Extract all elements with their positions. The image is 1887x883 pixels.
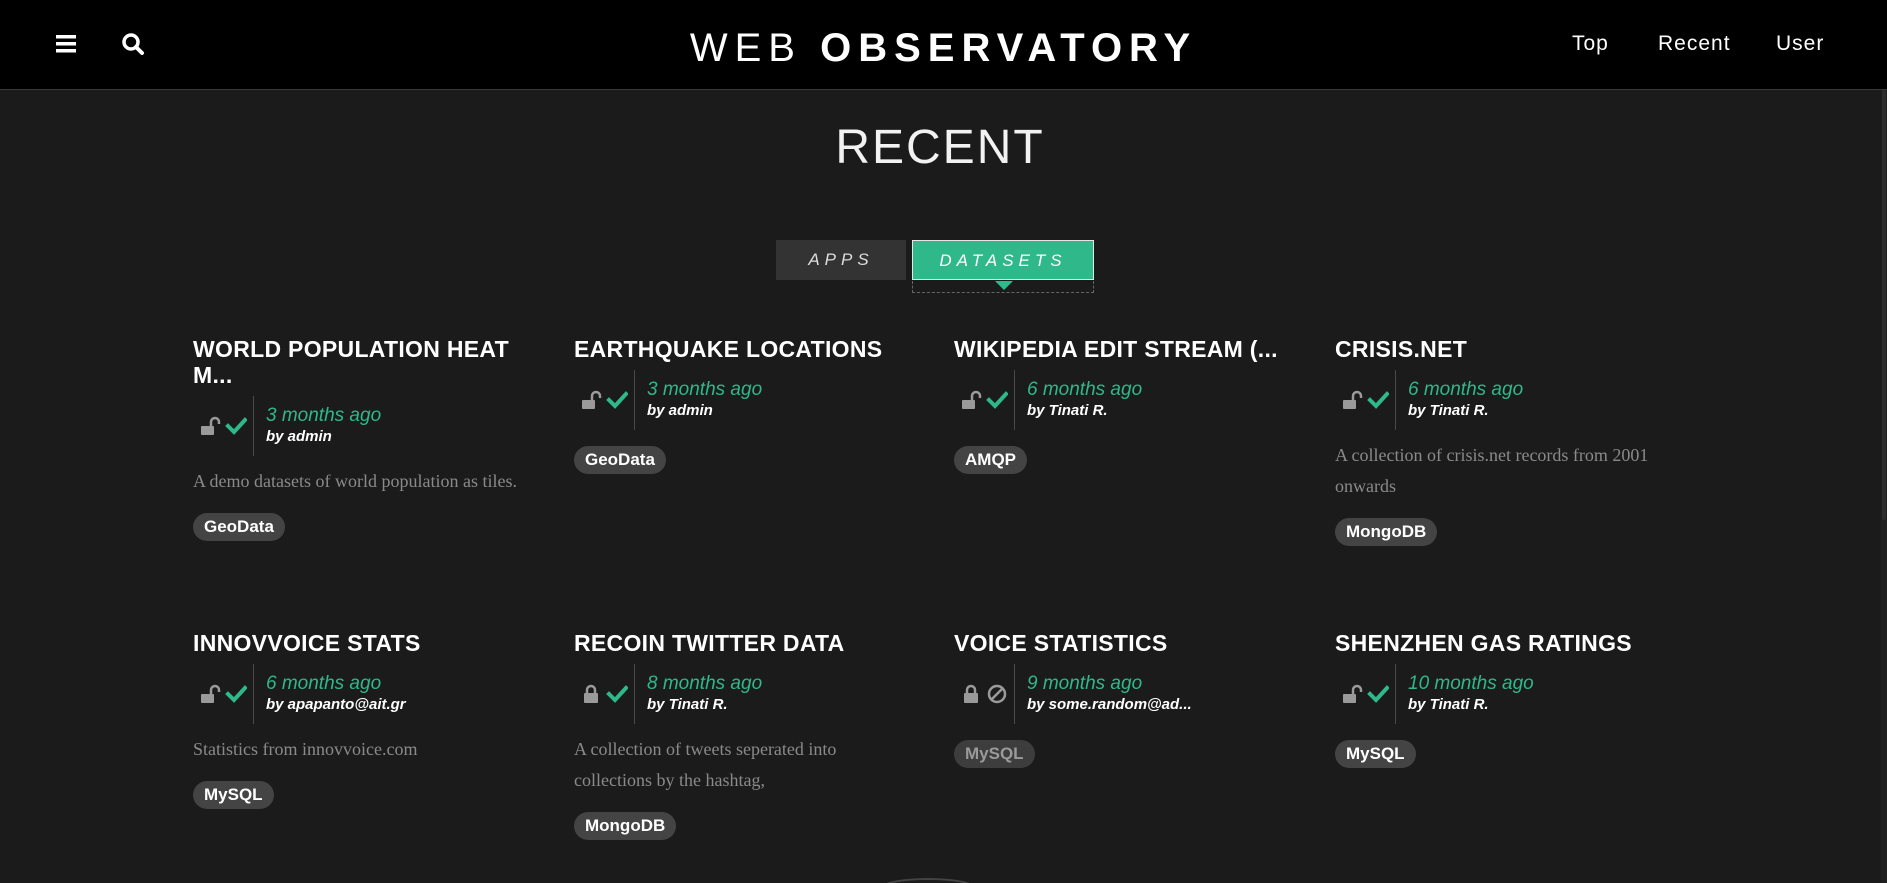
- card-status-icons: [954, 664, 1014, 724]
- dataset-card[interactable]: RECOIN TWITTER DATA 8 months ago by Tinati…: [574, 630, 914, 840]
- dataset-card[interactable]: WORLD POPULATION HEAT M... 3 months ago by…: [193, 336, 533, 541]
- unlock-icon: [1341, 389, 1363, 411]
- card-tag[interactable]: GeoData: [193, 513, 285, 541]
- card-title[interactable]: EARTHQUAKE LOCATIONS: [574, 336, 914, 362]
- nav-user[interactable]: User: [1776, 32, 1824, 56]
- pagination-button[interactable]: [880, 878, 976, 883]
- unlock-icon: [199, 415, 221, 437]
- card-meta: 8 months ago by Tinati R.: [574, 664, 914, 724]
- meta-divider: [253, 396, 254, 456]
- unlock-icon: [960, 389, 982, 411]
- card-meta: 6 months ago by Tinati R.: [954, 370, 1284, 430]
- check-icon: [225, 415, 248, 437]
- dataset-card[interactable]: EARTHQUAKE LOCATIONS 3 months ago by admin…: [574, 336, 914, 474]
- card-tag[interactable]: MongoDB: [574, 812, 677, 840]
- tab-datasets[interactable]: DATASETS: [912, 240, 1094, 293]
- lock-icon: [580, 683, 602, 705]
- tab-datasets-label: DATASETS: [939, 251, 1067, 270]
- card-author: by Tinati R.: [647, 696, 728, 713]
- card-tag[interactable]: AMQP: [954, 446, 1027, 474]
- card-description: A collection of tweets seperated into co…: [574, 739, 837, 790]
- dataset-card[interactable]: INNOVVOICE STATS 6 months ago by apapanto@…: [193, 630, 533, 809]
- dataset-card[interactable]: CRISIS.NET 6 months ago by Tinati R. A coll…: [1335, 336, 1675, 546]
- card-title[interactable]: VOICE STATISTICS: [954, 630, 1294, 656]
- card-time: 3 months ago: [266, 405, 382, 426]
- blocked-icon: [986, 683, 1008, 705]
- card-status-icons: [1335, 370, 1395, 430]
- card-title[interactable]: RECOIN TWITTER DATA: [574, 630, 914, 656]
- check-icon: [1367, 683, 1390, 705]
- card-time: 9 months ago: [1027, 673, 1143, 694]
- card-description: A demo datasets of world population as t…: [193, 471, 517, 491]
- card-status-icons: [954, 370, 1014, 430]
- nav-recent[interactable]: Recent: [1658, 32, 1731, 56]
- card-tag[interactable]: MySQL: [193, 781, 274, 809]
- card-author: by Tinati R.: [1408, 696, 1489, 713]
- nav-top[interactable]: Top: [1572, 32, 1609, 56]
- card-author: by admin: [266, 428, 332, 445]
- card-time: 6 months ago: [1027, 379, 1143, 400]
- check-icon: [225, 683, 248, 705]
- top-bar: WEB OBSERVATORY Top Recent User: [0, 0, 1887, 90]
- card-meta: 3 months ago by admin: [193, 396, 533, 456]
- meta-divider: [1014, 664, 1015, 724]
- card-tag[interactable]: MySQL: [954, 740, 1035, 768]
- check-icon: [606, 683, 629, 705]
- card-tag[interactable]: MongoDB: [1335, 518, 1438, 546]
- card-title[interactable]: SHENZHEN GAS RATINGS: [1335, 630, 1675, 656]
- meta-divider: [1395, 370, 1396, 430]
- dataset-card[interactable]: VOICE STATISTICS 9 months ago by some.rand…: [954, 630, 1294, 768]
- card-author: by Tinati R.: [1408, 402, 1489, 419]
- card-time: 3 months ago: [647, 379, 763, 400]
- card-meta: 6 months ago by Tinati R.: [1335, 370, 1675, 430]
- card-author: by admin: [647, 402, 713, 419]
- card-meta: 10 months ago by Tinati R.: [1335, 664, 1675, 724]
- card-time: 10 months ago: [1408, 673, 1534, 694]
- card-description: A collection of crisis.net records from …: [1335, 445, 1649, 496]
- page-title: RECENT: [835, 121, 1045, 174]
- card-meta: 9 months ago by some.random@ad...: [954, 664, 1294, 724]
- brand-bold: OBSERVATORY: [820, 26, 1198, 70]
- dataset-card[interactable]: WIKIPEDIA EDIT STREAM (... 6 months ago by…: [954, 336, 1284, 474]
- card-title[interactable]: WORLD POPULATION HEAT M...: [193, 336, 533, 388]
- lock-icon: [960, 683, 982, 705]
- card-tag[interactable]: MySQL: [1335, 740, 1416, 768]
- card-status-icons: [193, 396, 253, 456]
- card-tag[interactable]: GeoData: [574, 446, 666, 474]
- scrollbar-thumb[interactable]: [1882, 90, 1886, 520]
- card-status-icons: [1335, 664, 1395, 724]
- unlock-icon: [199, 683, 221, 705]
- card-time: 6 months ago: [1408, 379, 1524, 400]
- scrollbar[interactable]: [1881, 90, 1887, 883]
- meta-divider: [634, 664, 635, 724]
- unlock-icon: [580, 389, 602, 411]
- meta-divider: [253, 664, 254, 724]
- check-icon: [986, 389, 1009, 411]
- card-title[interactable]: WIKIPEDIA EDIT STREAM (...: [954, 336, 1284, 362]
- card-title[interactable]: CRISIS.NET: [1335, 336, 1675, 362]
- card-time: 6 months ago: [266, 673, 382, 694]
- card-meta: 3 months ago by admin: [574, 370, 914, 430]
- dataset-card[interactable]: SHENZHEN GAS RATINGS 10 months ago by Tina…: [1335, 630, 1675, 768]
- card-time: 8 months ago: [647, 673, 763, 694]
- check-icon: [606, 389, 629, 411]
- meta-divider: [1395, 664, 1396, 724]
- brand-light: WEB: [689, 26, 821, 70]
- check-icon: [1367, 389, 1390, 411]
- card-author: by Tinati R.: [1027, 402, 1108, 419]
- card-title[interactable]: INNOVVOICE STATS: [193, 630, 533, 656]
- tab-apps[interactable]: APPS: [776, 240, 906, 280]
- unlock-icon: [1341, 683, 1363, 705]
- card-author: by some.random@ad...: [1027, 696, 1192, 713]
- meta-divider: [634, 370, 635, 430]
- card-description: Statistics from innovvoice.com: [193, 739, 418, 759]
- card-status-icons: [574, 370, 634, 430]
- card-status-icons: [574, 664, 634, 724]
- card-status-icons: [193, 664, 253, 724]
- card-meta: 6 months ago by apapanto@ait.gr: [193, 664, 533, 724]
- tab-active-caret: [995, 281, 1013, 290]
- card-author: by apapanto@ait.gr: [266, 696, 406, 713]
- meta-divider: [1014, 370, 1015, 430]
